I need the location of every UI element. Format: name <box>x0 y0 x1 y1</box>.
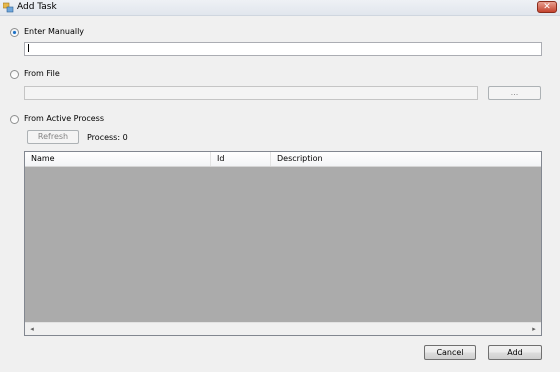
file-path-input[interactable] <box>24 86 478 100</box>
from-active-process-radio[interactable] <box>10 115 19 124</box>
column-header-description[interactable]: Description <box>271 152 541 166</box>
horizontal-scrollbar[interactable]: ◂ ▸ <box>25 322 541 335</box>
text-caret <box>28 44 29 52</box>
browse-button-label: ... <box>510 88 519 97</box>
refresh-button[interactable]: Refresh <box>27 130 79 144</box>
radio-selected-dot <box>13 31 16 34</box>
from-file-radio[interactable] <box>10 70 19 79</box>
process-list-header: Name Id Description <box>25 152 541 167</box>
window-title: Add Task <box>17 2 57 12</box>
process-list[interactable]: Name Id Description ◂ ▸ <box>24 151 542 336</box>
scroll-left-icon[interactable]: ◂ <box>27 324 37 334</box>
add-task-dialog: Add Task ✕ Enter Manually From File ... … <box>0 0 560 372</box>
refresh-button-label: Refresh <box>37 132 69 141</box>
add-button-label: Add <box>507 348 523 357</box>
process-count-text: Process: 0 <box>87 133 128 142</box>
enter-manually-label[interactable]: Enter Manually <box>24 27 84 36</box>
scroll-right-icon[interactable]: ▸ <box>529 324 539 334</box>
cancel-button-label: Cancel <box>436 348 464 357</box>
column-header-id[interactable]: Id <box>211 152 271 166</box>
close-button[interactable]: ✕ <box>537 1 557 13</box>
browse-file-button[interactable]: ... <box>488 86 541 100</box>
close-icon: ✕ <box>543 2 551 12</box>
add-button[interactable]: Add <box>488 345 542 360</box>
column-header-name[interactable]: Name <box>25 152 211 166</box>
from-file-label[interactable]: From File <box>24 69 60 78</box>
from-active-process-label[interactable]: From Active Process <box>24 114 104 123</box>
cancel-button[interactable]: Cancel <box>424 345 476 360</box>
process-list-body[interactable] <box>25 167 541 323</box>
enter-manually-radio[interactable] <box>10 28 19 37</box>
app-icon <box>3 2 14 13</box>
manual-task-input[interactable] <box>24 42 542 56</box>
title-bar[interactable]: Add Task ✕ <box>0 0 560 16</box>
